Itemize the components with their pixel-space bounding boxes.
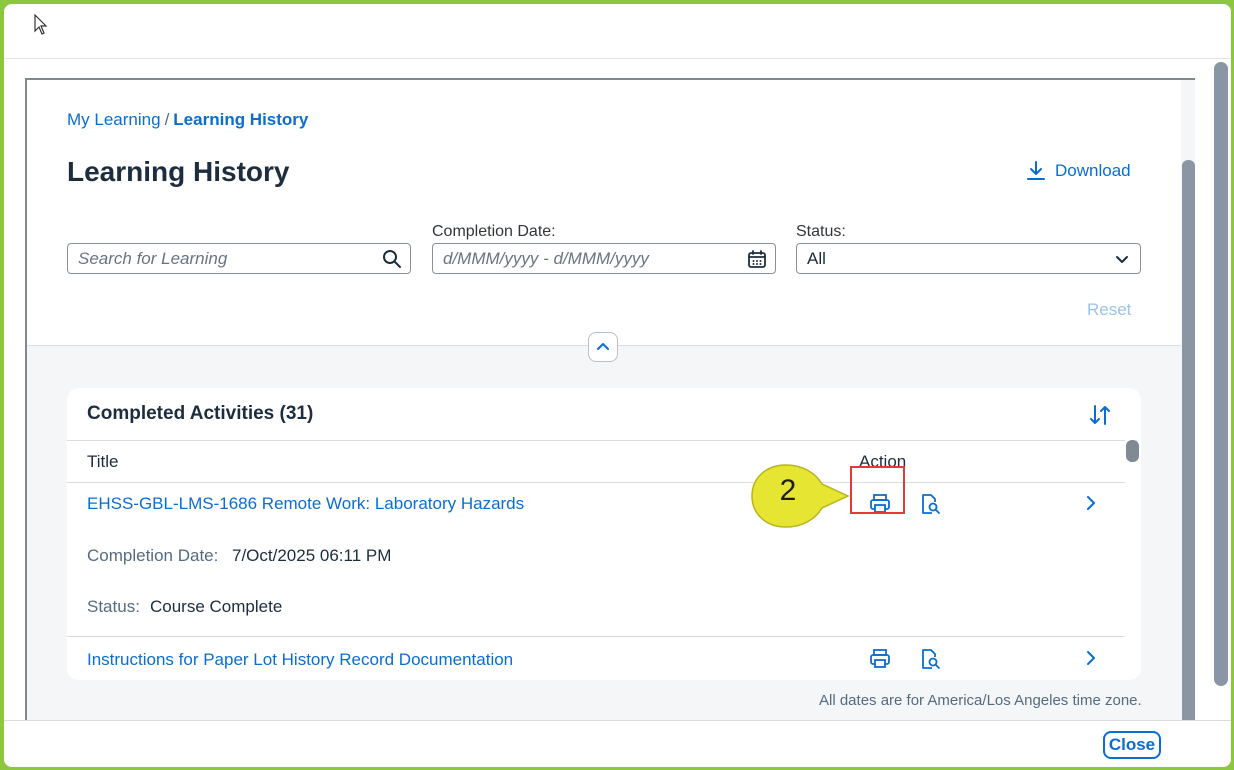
chevron-right-icon[interactable]	[1083, 649, 1099, 667]
chevron-down-icon	[1116, 256, 1128, 263]
download-icon	[1027, 161, 1045, 180]
status-value: All	[807, 248, 826, 268]
document-preview-icon[interactable]	[918, 647, 942, 671]
column-title: Title	[87, 452, 119, 471]
row-1-status-label: Status:	[87, 597, 140, 616]
dialog-window: My Learning / Learning History Learning Hi…	[4, 4, 1231, 767]
search-icon	[383, 250, 401, 268]
learning-history-page: My Learning / Learning History Learning Hi…	[25, 78, 1195, 723]
row-1-completion-value: 7/Oct/2025 06:11 PM	[232, 546, 392, 565]
row-divider	[67, 636, 1125, 637]
close-button[interactable]: Close	[1103, 731, 1161, 759]
dialog-scrollbar[interactable]	[1214, 62, 1228, 686]
sort-icon[interactable]	[1087, 402, 1113, 428]
page-header: My Learning / Learning History Learning Hi…	[27, 80, 1181, 346]
completion-date-input[interactable]: d/MMM/yyyy - d/MMM/yyyy	[432, 243, 776, 274]
status-label: Status:	[796, 223, 846, 240]
completed-activities-card: Completed Activities (31) Title Action E…	[67, 388, 1141, 680]
table-header: Title Action	[67, 440, 1125, 483]
calendar-icon[interactable]	[747, 249, 767, 269]
download-button[interactable]: Download	[1025, 160, 1131, 182]
callout-number: 2	[779, 474, 797, 507]
chevron-up-icon	[597, 343, 609, 350]
reset-button[interactable]: Reset	[1087, 300, 1131, 320]
breadcrumb-separator: /	[164, 110, 170, 129]
breadcrumb-learning-history[interactable]: Learning History	[173, 110, 308, 129]
completion-date-label: Completion Date:	[432, 223, 556, 240]
print-icon[interactable]	[868, 647, 892, 671]
date-placeholder: d/MMM/yyyy - d/MMM/yyyy	[443, 248, 649, 268]
row-1-completion-label: Completion Date:	[87, 546, 219, 565]
page-scrollbar[interactable]	[1182, 160, 1195, 723]
timezone-note: All dates are for America/Los Angeles ti…	[819, 692, 1142, 709]
mouse-cursor-icon	[34, 14, 48, 35]
card-title: Completed Activities (31)	[87, 403, 314, 424]
breadcrumb-my-learning[interactable]: My Learning	[67, 110, 161, 129]
dialog-top-bar	[4, 4, 1231, 59]
search-placeholder: Search for Learning	[78, 248, 228, 268]
row-2-title-link[interactable]: Instructions for Paper Lot History Recor…	[87, 650, 513, 670]
page-title: Learning History	[67, 156, 290, 187]
document-preview-icon[interactable]	[918, 492, 942, 516]
table-scrollbar[interactable]	[1126, 440, 1139, 462]
dialog-footer	[4, 720, 1231, 767]
status-select[interactable]: All	[796, 243, 1141, 274]
chevron-right-icon[interactable]	[1083, 494, 1099, 512]
breadcrumb: My Learning / Learning History	[67, 110, 308, 130]
search-input[interactable]: Search for Learning	[67, 243, 411, 274]
row-1-status-value: Course Complete	[150, 597, 283, 616]
download-label: Download	[1055, 161, 1131, 180]
row-1-title-link[interactable]: EHSS-GBL-LMS-1686 Remote Work: Laborator…	[87, 494, 524, 514]
collapse-header-button[interactable]	[588, 332, 618, 362]
highlight-box	[850, 466, 905, 514]
